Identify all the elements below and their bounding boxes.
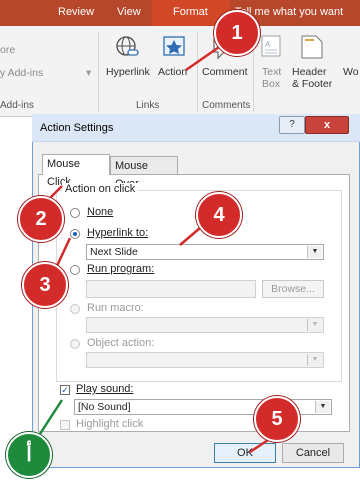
callout-2-connector [49, 185, 63, 199]
callout-1-connector [185, 43, 223, 72]
callout-2: 2 [18, 196, 64, 242]
callout-4: 4 [196, 192, 242, 238]
callout-1: 1 [214, 10, 260, 56]
callout-alif: أ [6, 432, 52, 478]
callout-3-connector [54, 237, 72, 269]
callout-5-connector [249, 438, 269, 454]
callout-3: 3 [22, 262, 68, 308]
callout-5: 5 [254, 396, 300, 442]
callout-connectors [34, 43, 269, 454]
callout-4-connector [179, 227, 201, 246]
